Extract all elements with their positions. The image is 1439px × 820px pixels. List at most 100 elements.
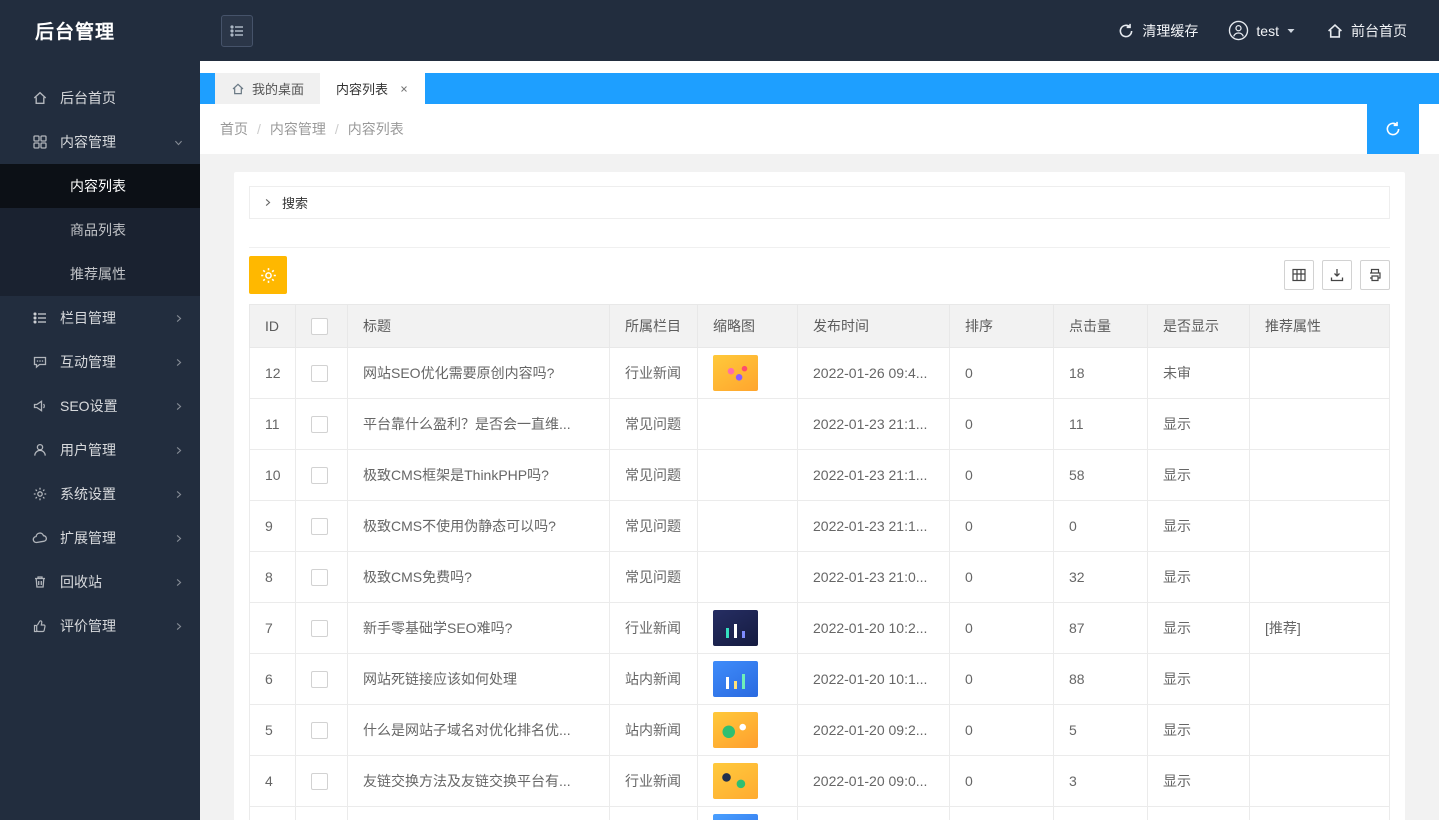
- cell-sort: 0: [950, 348, 1054, 399]
- list-icon: [32, 310, 48, 326]
- sidebar-item-label: SEO设置: [60, 396, 118, 416]
- sidebar-item-recycle[interactable]: 回收站: [0, 560, 200, 604]
- columns-icon: [1291, 267, 1307, 283]
- cell-status: 显示: [1148, 450, 1250, 501]
- sidebar-item-column[interactable]: 栏目管理: [0, 296, 200, 340]
- row-checkbox[interactable]: [311, 518, 328, 535]
- table-row: 7新手零基础学SEO难吗?行业新闻2022-01-20 10:2...087显示…: [250, 603, 1390, 654]
- row-checkbox[interactable]: [311, 365, 328, 382]
- cell-category: 行业新闻: [610, 603, 698, 654]
- sidebar-item-label: 评价管理: [60, 616, 116, 636]
- sidebar-item-evaluation[interactable]: 评价管理: [0, 604, 200, 648]
- clear-cache-label: 清理缓存: [1142, 21, 1198, 41]
- chevron-right-icon: [173, 577, 184, 588]
- thumbnail-image: [713, 763, 758, 799]
- sidebar-item-label: 栏目管理: [60, 308, 116, 328]
- cell-clicks: 32: [1054, 552, 1148, 603]
- cell-id: 4: [250, 756, 296, 807]
- cell-time: 2022-01-20 10:2...: [798, 603, 950, 654]
- toolbar-right: [1284, 260, 1390, 290]
- user-menu[interactable]: test: [1228, 20, 1296, 41]
- tab-content-list[interactable]: 内容列表: [320, 73, 425, 104]
- cell-thumb: [698, 756, 798, 807]
- cell-recommend: [1250, 552, 1390, 603]
- tab-bar: 我的桌面 内容列表: [200, 73, 1439, 104]
- chevron-down-icon: [173, 137, 184, 148]
- tab-desktop[interactable]: 我的桌面: [215, 73, 320, 104]
- sidebar-item-extension[interactable]: 扩展管理: [0, 516, 200, 560]
- row-checkbox[interactable]: [311, 467, 328, 484]
- cell-time: 2022-01-20 09:0...: [798, 756, 950, 807]
- sidebar-item-user[interactable]: 用户管理: [0, 428, 200, 472]
- row-checkbox[interactable]: [311, 722, 328, 739]
- topbar-actions: 清理缓存 test 前台首页: [1117, 20, 1439, 41]
- cell-checkbox: [296, 348, 348, 399]
- sidebar-item-home[interactable]: 后台首页: [0, 76, 200, 120]
- row-checkbox[interactable]: [311, 569, 328, 586]
- cell-thumb: [698, 654, 798, 705]
- cell-id: 6: [250, 654, 296, 705]
- breadcrumb-item-content[interactable]: 内容管理: [270, 119, 326, 139]
- sidebar-subitem-content-list[interactable]: 内容列表: [0, 164, 200, 208]
- cloud-icon: [32, 530, 48, 546]
- cell-checkbox: [296, 756, 348, 807]
- sidebar-submenu: 内容列表商品列表推荐属性: [0, 164, 200, 296]
- cell-time: 2022-01-20 10:1...: [798, 654, 950, 705]
- sidebar-item-system[interactable]: 系统设置: [0, 472, 200, 516]
- cell-sort: [950, 807, 1054, 820]
- export-button[interactable]: [1322, 260, 1352, 290]
- sidebar-item-content[interactable]: 内容管理: [0, 120, 200, 164]
- username: test: [1256, 23, 1279, 39]
- col-header-category: 所属栏目: [610, 305, 698, 348]
- cell-sort: 0: [950, 399, 1054, 450]
- cell-id: 12: [250, 348, 296, 399]
- table-row: 9极致CMS不使用伪静态可以吗?常见问题2022-01-23 21:1...00…: [250, 501, 1390, 552]
- select-all-checkbox[interactable]: [311, 318, 328, 335]
- sidebar-subitem-goods-list[interactable]: 商品列表: [0, 208, 200, 252]
- home-icon: [32, 90, 48, 106]
- content-table: ID 标题 所属栏目 缩略图 发布时间 排序 点击量 是否显示 推荐属性 12: [249, 304, 1390, 820]
- clear-cache-button[interactable]: 清理缓存: [1117, 21, 1198, 41]
- row-checkbox[interactable]: [311, 416, 328, 433]
- chevron-down-icon: [1286, 26, 1296, 36]
- breadcrumb-item-home[interactable]: 首页: [220, 119, 248, 139]
- cell-id: 7: [250, 603, 296, 654]
- tab-label: 内容列表: [336, 79, 388, 98]
- row-checkbox[interactable]: [311, 671, 328, 688]
- cell-title: 网站SEO优化需要原创内容吗?: [348, 348, 610, 399]
- sidebar-item-seo[interactable]: SEO设置: [0, 384, 200, 428]
- cell-checkbox: [296, 399, 348, 450]
- sidebar-subitem-recommend-attr[interactable]: 推荐属性: [0, 252, 200, 296]
- table-row: 12网站SEO优化需要原创内容吗?行业新闻2022-01-26 09:4...0…: [250, 348, 1390, 399]
- sidebar-menu: 后台首页内容管理内容列表商品列表推荐属性栏目管理互动管理 SEO设置用户管理系统设…: [0, 61, 200, 820]
- print-button[interactable]: [1360, 260, 1390, 290]
- row-checkbox[interactable]: [311, 773, 328, 790]
- search-panel-label: 搜索: [282, 193, 308, 212]
- breadcrumb-item-current: 内容列表: [348, 119, 404, 139]
- row-checkbox[interactable]: [311, 620, 328, 637]
- breadcrumb-separator: /: [335, 121, 339, 137]
- toggle-columns-button[interactable]: [1284, 260, 1314, 290]
- sidebar-subitem-label: 商品列表: [70, 222, 126, 238]
- cell-category: [610, 807, 698, 820]
- cell-category: 常见问题: [610, 450, 698, 501]
- search-panel-toggle[interactable]: 搜索: [249, 186, 1390, 219]
- tab-close-icon[interactable]: [399, 84, 409, 94]
- sidebar-item-interaction[interactable]: 互动管理: [0, 340, 200, 384]
- cell-checkbox: [296, 603, 348, 654]
- cell-checkbox: [296, 705, 348, 756]
- cell-time: 2022-01-23 21:0...: [798, 552, 950, 603]
- sidebar-toggle-button[interactable]: [221, 15, 253, 47]
- cell-title: 友链交换方法及友链交换平台有...: [348, 756, 610, 807]
- cell-status: 显示: [1148, 399, 1250, 450]
- cell-category: 站内新闻: [610, 705, 698, 756]
- table-settings-button[interactable]: [249, 256, 287, 294]
- trash-icon: [32, 574, 48, 590]
- cell-thumb: [698, 552, 798, 603]
- front-home-link[interactable]: 前台首页: [1326, 21, 1407, 41]
- cell-title: 网站死链接应该如何处理: [348, 654, 610, 705]
- cell-status: 未审: [1148, 348, 1250, 399]
- cell-status: 显示: [1148, 552, 1250, 603]
- page-refresh-button[interactable]: [1367, 104, 1419, 154]
- thumb-icon: [32, 618, 48, 634]
